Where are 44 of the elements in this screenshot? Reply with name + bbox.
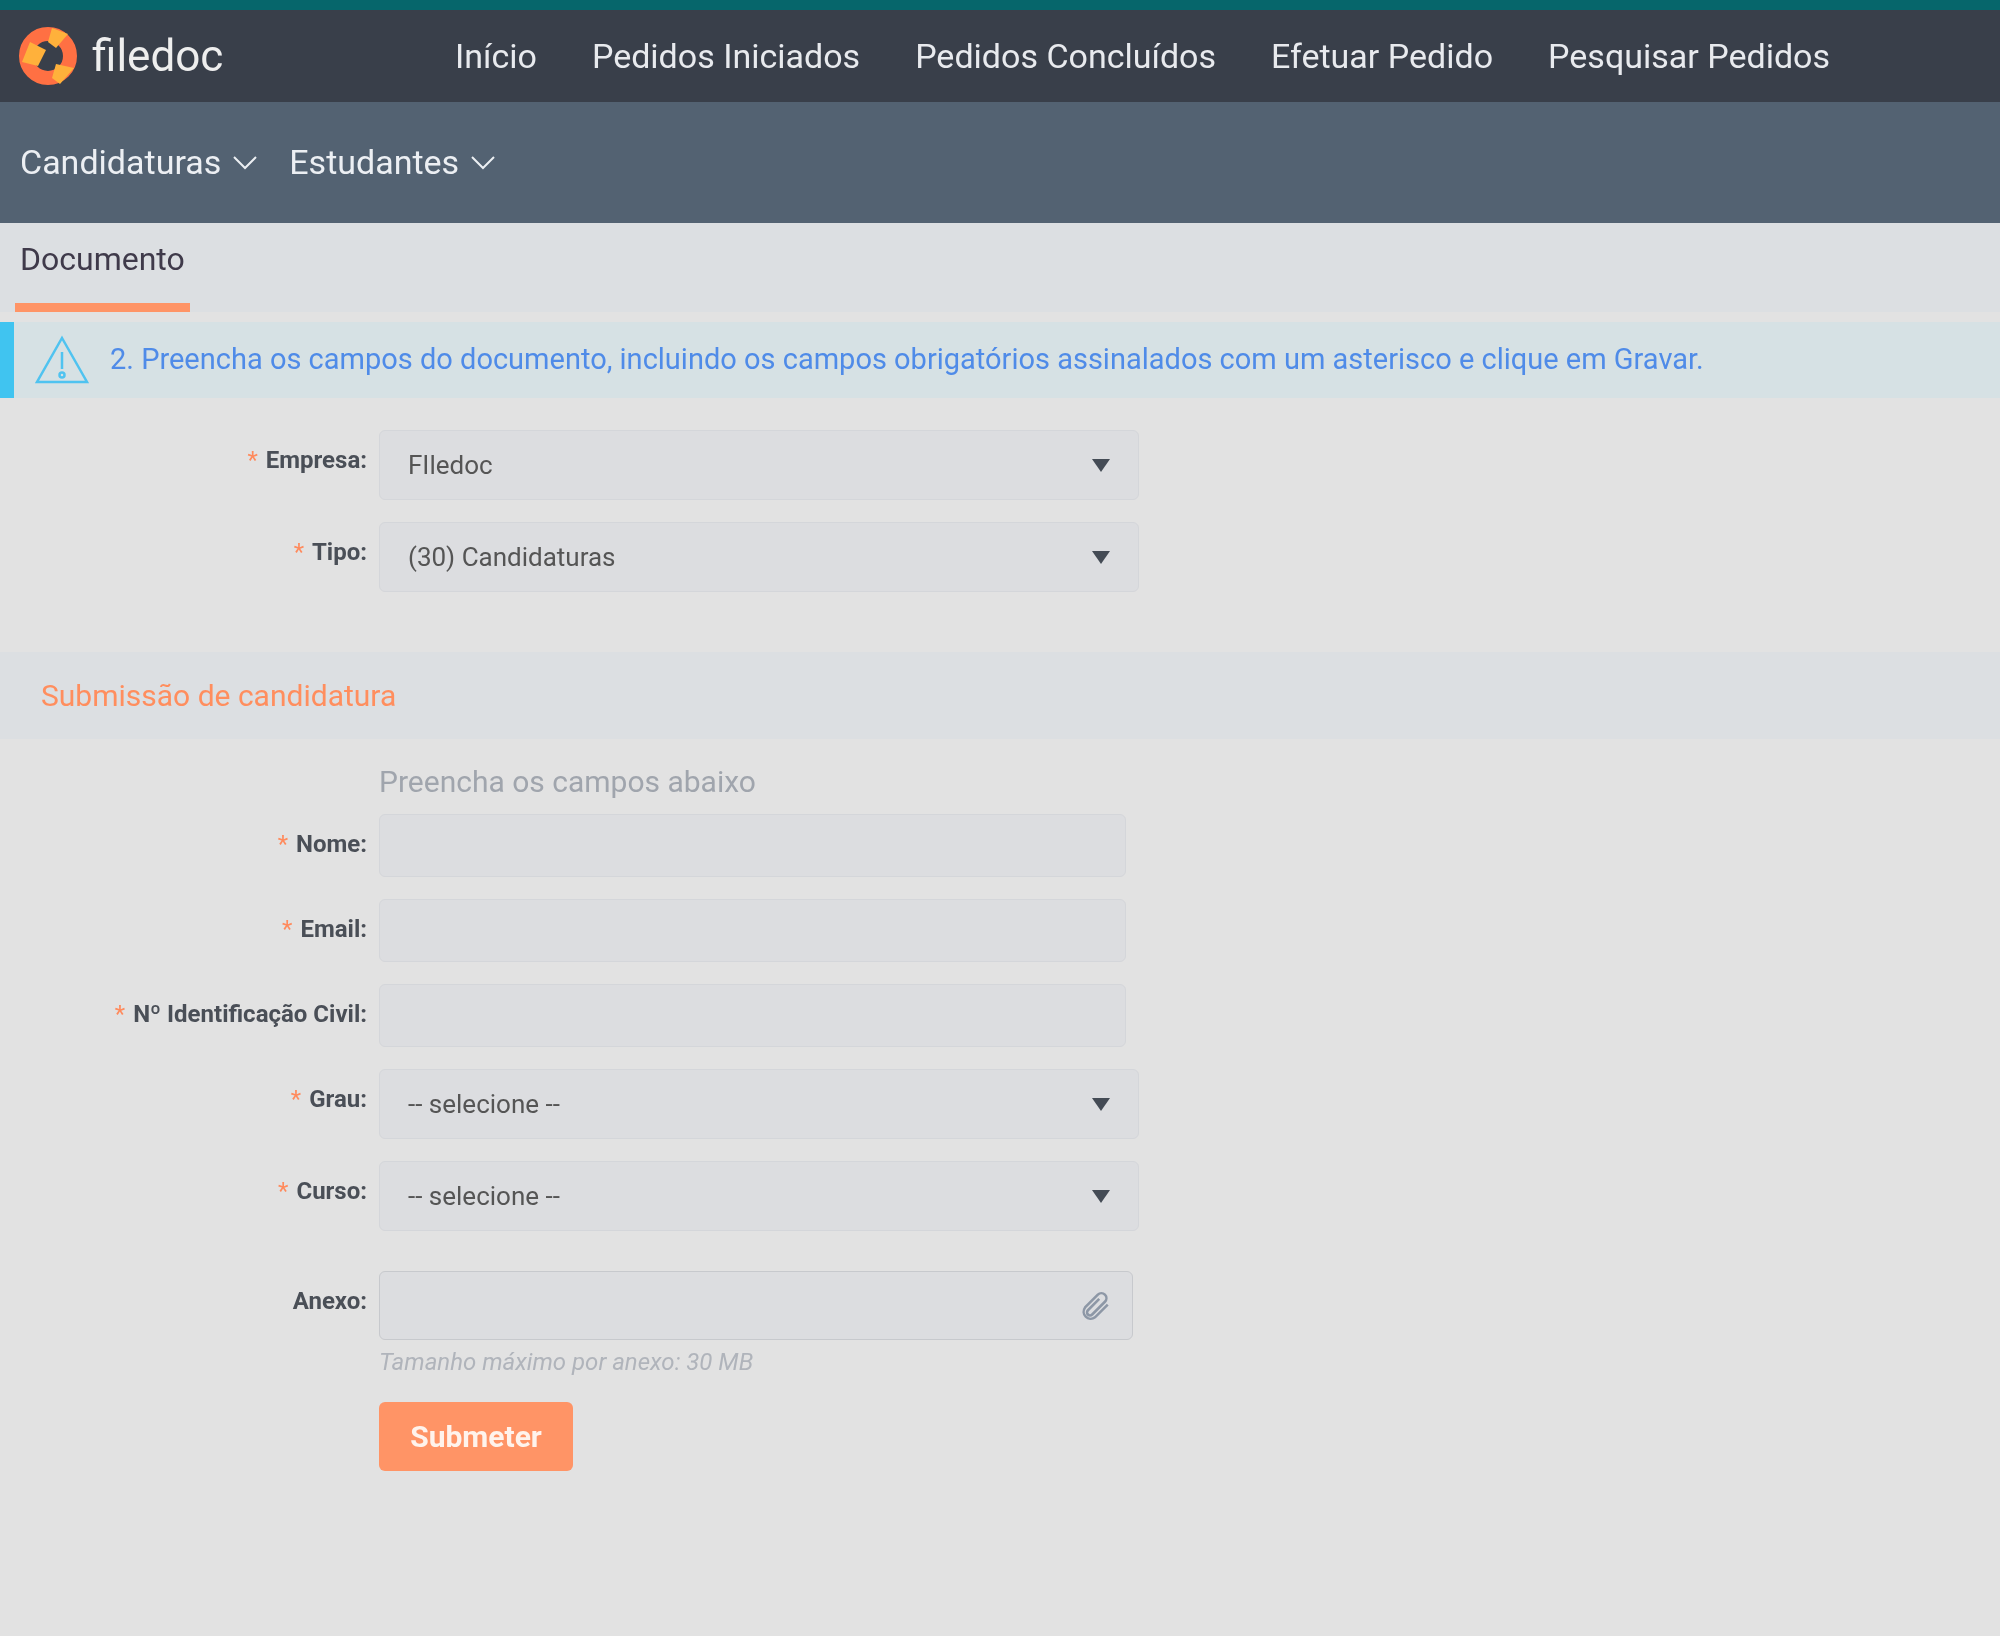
section-intro: Preencha os campos abaixo: [379, 764, 756, 799]
field-label: Email:: [300, 914, 367, 945]
required-asterisk: *: [247, 445, 258, 476]
dropdown-arrow-icon: [1092, 458, 1110, 472]
nav-link[interactable]: Efetuar Pedido: [1271, 30, 1494, 82]
dropdown-arrow-icon: [1092, 550, 1110, 564]
dropdown-value: (30) Candidaturas: [408, 540, 616, 574]
dropdown[interactable]: FIledoc: [379, 430, 1139, 500]
dropdown-value: -- selecione --: [408, 1179, 560, 1213]
field-label: Grau:: [309, 1084, 367, 1115]
menu-dropdown[interactable]: Candidaturas: [20, 137, 258, 188]
dropdown[interactable]: (30) Candidaturas: [379, 522, 1139, 592]
warning-icon: [34, 335, 90, 385]
chevron-down-icon: [471, 155, 496, 170]
file-field[interactable]: [379, 1271, 1133, 1340]
required-asterisk: *: [290, 1084, 302, 1115]
logo-text: filedoc: [92, 29, 224, 84]
nav-link[interactable]: Início: [455, 30, 537, 82]
field-label: Nome:: [296, 829, 367, 860]
nav-link[interactable]: Pedidos Iniciados: [591, 30, 861, 82]
chevron-down-icon: [233, 155, 258, 170]
menu-dropdown[interactable]: Estudantes: [289, 137, 496, 188]
dropdown-value: -- selecione --: [408, 1087, 560, 1121]
field-label: Curso:: [296, 1176, 367, 1207]
dropdown-arrow-icon: [1092, 1097, 1110, 1111]
alert-message: 2. Preencha os campos do documento, incluindo os campos obrigatórios assinalados com um asterisco e clique em Gravar.: [110, 341, 1704, 379]
nav-link[interactable]: Pesquisar Pedidos: [1548, 30, 1831, 82]
required-asterisk: *: [277, 829, 288, 860]
field-label: Nº Identificação Civil:: [133, 999, 367, 1030]
nav-link[interactable]: Pedidos Concluídos: [915, 30, 1216, 82]
tab[interactable]: Documento: [15, 223, 190, 312]
dropdown-arrow-icon: [1092, 1189, 1110, 1203]
field-label: Anexo:: [292, 1286, 367, 1317]
required-asterisk: *: [282, 914, 293, 945]
logo-icon: [16, 24, 80, 88]
dropdown[interactable]: -- selecione --: [379, 1069, 1139, 1139]
required-asterisk: *: [278, 1176, 289, 1207]
dropdown[interactable]: -- selecione --: [379, 1161, 1139, 1231]
field-label: Empresa:: [265, 445, 367, 476]
dropdown-value: FIledoc: [408, 448, 493, 482]
section-title: Submissão de candidatura: [41, 677, 397, 715]
required-asterisk: *: [114, 999, 126, 1030]
field-label: Tipo:: [311, 537, 367, 568]
required-asterisk: *: [293, 537, 304, 568]
